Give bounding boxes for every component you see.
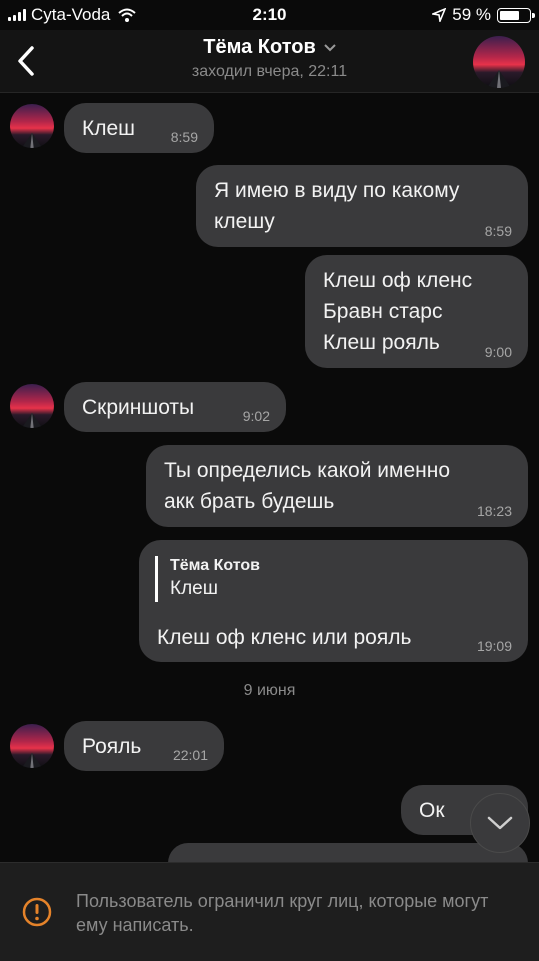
chat-header: Тёма Котов заходил вчера, 22:11 (0, 30, 539, 93)
status-right: 59 % (432, 5, 535, 25)
reply-text: Клеш (170, 578, 218, 599)
message-text: Клеш оф кленс Бравн старс Клеш рояль (323, 269, 473, 354)
restriction-notice-bar: Пользователь ограничил круг лиц, которые… (0, 862, 539, 961)
message-time: 18:23 (476, 503, 512, 519)
battery-icon (497, 7, 535, 23)
chat-title-block[interactable]: Тёма Котов заходил вчера, 22:11 (0, 36, 539, 81)
message-outgoing[interactable]: Я имею в виду по какому клешу 8:59 (196, 165, 528, 247)
message-incoming[interactable]: Рояль 22:01 (64, 721, 224, 771)
message-incoming[interactable]: Клеш 8:59 (64, 103, 214, 153)
location-icon (432, 8, 447, 22)
message-text: Клеш оф кленс или рояль (157, 626, 412, 649)
message-outgoing[interactable]: Ты определись какой именно акк брать буд… (146, 445, 528, 527)
restriction-notice: Пользователь ограничил круг лиц, которые… (76, 891, 489, 935)
battery-percent: 59 % (452, 5, 491, 24)
reply-author: Тёма Котов (170, 557, 261, 574)
last-seen: заходил вчера, 22:11 (191, 63, 348, 80)
date-separator: 9 июня (243, 682, 296, 699)
message-outgoing-reply[interactable]: Тёма Котов Клеш Клеш оф кленс или рояль … (139, 540, 528, 662)
scroll-down-button[interactable] (470, 793, 530, 853)
message-text: Рояль (82, 735, 142, 758)
message-time: 19:09 (476, 638, 512, 654)
chat-title[interactable]: Тёма Котов (203, 36, 336, 59)
sender-avatar[interactable] (10, 384, 54, 428)
chevron-down-icon (487, 816, 513, 830)
sender-avatar[interactable] (10, 724, 54, 768)
contact-avatar[interactable] (473, 36, 525, 88)
sender-avatar[interactable] (10, 104, 54, 148)
message-time: 9:00 (484, 344, 512, 360)
contact-name: Тёма Котов (203, 36, 316, 58)
message-time: 8:59 (484, 223, 512, 239)
message-outgoing[interactable]: Клеш оф кленс Бравн старс Клеш рояль 9:0… (305, 255, 528, 368)
message-time: 8:59 (170, 129, 198, 145)
message-time: 9:02 (242, 408, 270, 424)
message-text: Ок (419, 799, 445, 822)
message-text: Ты определись какой именно акк брать буд… (164, 459, 450, 513)
message-text: Клеш (82, 117, 136, 140)
message-text: Скриншоты (82, 396, 195, 419)
reply-quote[interactable]: Тёма Котов Клеш (155, 556, 260, 602)
status-bar: Cyta-Voda 2:10 59 % (0, 0, 539, 30)
warning-icon (22, 897, 52, 927)
message-text: Я имею в виду по какому клешу (214, 179, 460, 233)
message-incoming[interactable]: Скриншоты 9:02 (64, 382, 286, 432)
chevron-down-icon (324, 43, 336, 51)
message-time: 22:01 (172, 747, 208, 763)
